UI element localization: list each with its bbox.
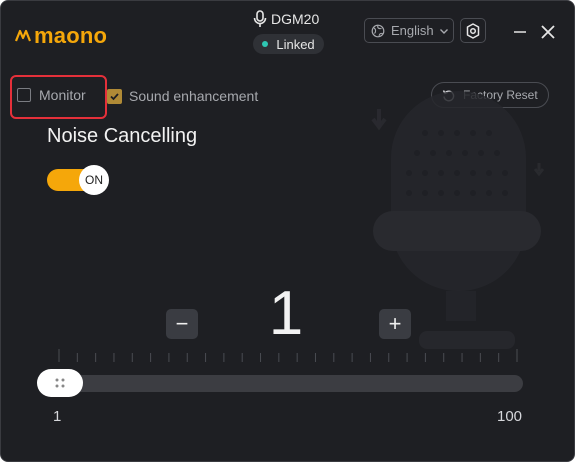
device-name: DGM20 xyxy=(271,11,320,27)
noise-cancelling-toggle[interactable]: ON xyxy=(47,165,111,195)
brand-logo: maono xyxy=(15,23,107,49)
noise-level-value: 1 xyxy=(268,279,304,348)
settings-icon xyxy=(466,22,480,39)
drag-handle-icon xyxy=(55,378,65,388)
increase-button[interactable]: + xyxy=(379,309,411,339)
connection-status-text: Linked xyxy=(276,36,315,52)
maono-logo-mark xyxy=(15,29,32,42)
toggle-state-label: ON xyxy=(85,173,103,187)
slider-handle[interactable] xyxy=(37,369,83,397)
selection-highlight xyxy=(10,75,107,119)
slider-ticks xyxy=(58,349,518,362)
sound-enhancement-option[interactable]: Sound enhancement xyxy=(107,88,258,104)
sound-enhancement-label: Sound enhancement xyxy=(129,88,259,104)
language-select[interactable]: English xyxy=(364,18,454,43)
connection-status-badge: Linked xyxy=(253,34,324,54)
plus-icon: + xyxy=(388,311,402,336)
minimize-icon[interactable] xyxy=(511,23,529,39)
language-value: English xyxy=(391,23,434,38)
brand-name: maono xyxy=(34,23,108,48)
close-icon[interactable] xyxy=(539,23,557,41)
slider-max-label: 100 xyxy=(497,408,523,425)
sound-enhancement-checkbox[interactable] xyxy=(107,88,122,104)
toggle-knob: ON xyxy=(79,165,109,195)
device-indicator: DGM20 xyxy=(253,10,319,28)
minus-icon: − xyxy=(175,311,189,336)
chevron-down-icon xyxy=(439,28,448,34)
decrease-button[interactable]: − xyxy=(166,309,198,339)
slider-min-label: 1 xyxy=(53,408,62,425)
app-window: maono DGM20 Linked English Monitor Sound… xyxy=(0,0,575,462)
globe-icon xyxy=(371,24,385,37)
check-icon xyxy=(110,92,119,100)
noise-level-slider-track[interactable] xyxy=(39,375,523,392)
settings-button[interactable] xyxy=(460,18,486,43)
status-dot-icon xyxy=(262,41,269,47)
microphone-icon xyxy=(253,10,267,27)
noise-cancelling-title: Noise Cancelling xyxy=(47,125,198,147)
